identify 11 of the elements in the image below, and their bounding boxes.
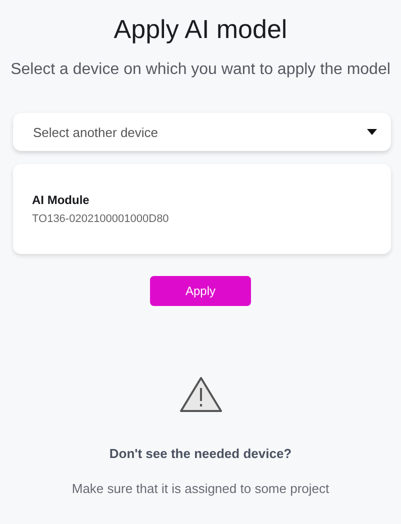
notice-heading: Don't see the needed device?: [109, 446, 292, 461]
device-card[interactable]: AI Module TO136-0202100001000D80: [13, 164, 391, 254]
notice-text: Make sure that it is assigned to some project: [72, 481, 330, 496]
device-serial: TO136-0202100001000D80: [32, 213, 170, 225]
device-name: AI Module: [32, 193, 90, 207]
warning-icon: [178, 376, 222, 414]
page-subtitle: Select a device on which you want to apply the model: [10, 61, 390, 79]
caret-icon: [367, 129, 377, 135]
apply-button[interactable]: Apply: [150, 276, 251, 306]
device-dropdown[interactable]: Select another device: [13, 113, 391, 151]
page-title: Apply AI model: [114, 14, 288, 45]
